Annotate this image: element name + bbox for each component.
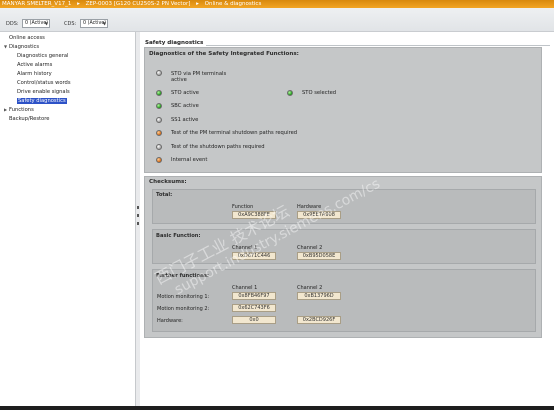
indicator-label-ss1-active: SS1 active: [171, 117, 199, 123]
breadcrumb-separator-icon: ▸: [196, 1, 199, 7]
indicator-label-sto-active: STO active: [171, 90, 199, 96]
checksum-value-total-hardware: 0x9EE7A908: [297, 211, 341, 219]
tree-item-label: Backup/Restore: [9, 116, 50, 122]
chevron-down-icon: ▼: [44, 21, 48, 26]
checksum-further-group: [152, 269, 536, 332]
checksum-basic-group: [152, 229, 536, 264]
status-led-icon: [287, 90, 293, 96]
page-title: Safety diagnostics: [145, 40, 204, 46]
row-label-hardware: Hardware:: [157, 318, 183, 324]
tree-item-label: Online access: [9, 35, 45, 41]
checksum-value-basic-ch1: 0xD671C446: [232, 252, 276, 260]
status-led-icon: [156, 130, 162, 136]
toolbar: DDS: 0 (Active) ▼ CDS: 0 (Active) ▼: [0, 8, 554, 32]
channel2-column-label: Channel 2: [297, 245, 323, 251]
dds-select[interactable]: 0 (Active) ▼: [22, 19, 50, 28]
breadcrumb-project[interactable]: MANYAR SMELTER_V17_1: [2, 1, 71, 7]
breadcrumb-page[interactable]: Online & diagnostics: [205, 1, 262, 7]
tree-item-drive-enable-signals[interactable]: Drive enable signals: [12, 88, 70, 96]
indicator-label-sbc-active: SBC active: [171, 103, 199, 109]
tree-item-label: Control/status words: [17, 80, 71, 86]
indicator-label-internal-event: Internal event: [171, 157, 208, 163]
breadcrumb-separator-icon: ▸: [77, 1, 80, 7]
checksum-total-group: [152, 189, 536, 224]
splitter-grip-icon: [137, 222, 139, 225]
checksum-further-title: Further functions:: [156, 273, 209, 279]
tree-item-label: Safety diagnostics: [17, 98, 67, 104]
tree-item-label: Drive enable signals: [17, 89, 70, 95]
status-led-icon: [156, 103, 162, 109]
function-column-label: Function: [232, 204, 254, 210]
chevron-down-icon: ▼: [102, 21, 106, 26]
indicator-label-sto-selected: STO selected: [302, 90, 337, 96]
status-led-icon: [156, 90, 162, 96]
tree-item-label: Active alarms: [17, 62, 53, 68]
sif-diagnostics-panel: [144, 47, 542, 173]
checksum-value-mm1-ch2: 0xB13796D: [297, 292, 341, 300]
indicator-label-sto-pm-terminals: STO via PM terminals active: [171, 71, 227, 83]
checksum-value-hw-ch2: 0x2BCD926F: [297, 316, 341, 324]
status-bar: [0, 406, 554, 410]
sif-section-title: Diagnostics of the Safety Integrated Fun…: [149, 51, 299, 57]
window-titlebar: MANYAR SMELTER_V17_1 ▸ ZEP-0003 [G120 CU…: [0, 0, 554, 8]
status-led-icon: [156, 117, 162, 123]
tree-item-diagnostics[interactable]: ▼ Diagnostics: [4, 43, 39, 51]
title-divider: [206, 45, 550, 46]
tree-item-online-access[interactable]: Online access: [4, 34, 45, 42]
splitter-grip-icon: [137, 214, 139, 217]
tree-item-backup-restore[interactable]: Backup/Restore: [4, 115, 49, 123]
checksums-title: Checksums:: [149, 179, 187, 185]
checksum-value-total-function: 0xA9C388FE: [232, 211, 276, 219]
checksum-value-mm2-ch1: 0x62C743F6: [232, 304, 276, 312]
tree-item-label: Diagnostics: [9, 44, 40, 50]
tree-item-label: Alarm history: [17, 71, 52, 77]
tree-item-control-status-words[interactable]: Control/status words: [12, 79, 71, 87]
splitter-grip-icon: [137, 206, 139, 209]
channel2-column-label: Channel 2: [297, 285, 323, 291]
status-led-icon: [156, 70, 162, 76]
channel1-column-label: Channel 1: [232, 245, 258, 251]
checksum-basic-title: Basic Function:: [156, 233, 201, 239]
checksum-value-hw-ch1: 0x0: [232, 316, 276, 324]
tree-item-safety-diagnostics[interactable]: Safety diagnostics: [12, 97, 67, 105]
checksum-value-mm1-ch1: 0x8FB46F97: [232, 292, 276, 300]
status-led-icon: [156, 144, 162, 150]
indicator-label-test-shutdown: Test of the shutdown paths required: [171, 144, 265, 150]
checksum-value-basic-ch2: 0xB95D058E: [297, 252, 341, 260]
tree-item-label: Functions: [9, 107, 34, 113]
status-led-icon: [156, 157, 162, 163]
dds-label: DDS:: [6, 21, 19, 27]
checksum-total-title: Total:: [156, 192, 173, 198]
cds-label: CDS:: [64, 21, 77, 27]
tree-item-label: Diagnostics general: [17, 53, 69, 59]
row-label-motion-monitoring-1: Motion monitoring 1:: [157, 294, 210, 300]
tree-item-active-alarms[interactable]: Active alarms: [12, 61, 52, 69]
indicator-label-test-pm-shutdown: Test of the PM terminal shutdown paths r…: [171, 130, 298, 136]
channel1-column-label: Channel 1: [232, 285, 258, 291]
breadcrumb-device[interactable]: ZEP-0003 [G120 CU250S-2 PN Vector]: [86, 1, 191, 7]
tree-item-diagnostics-general[interactable]: Diagnostics general: [12, 52, 68, 60]
row-label-motion-monitoring-2: Motion monitoring 2:: [157, 306, 210, 312]
tree-item-alarm-history[interactable]: Alarm history: [12, 70, 52, 78]
hardware-column-label: Hardware: [297, 204, 322, 210]
cds-select[interactable]: 0 (Active) ▼: [80, 19, 108, 28]
tree-item-functions[interactable]: ▶ Functions: [4, 106, 34, 114]
navigation-tree: Online access ▼ Diagnostics Diagnostics g…: [0, 32, 136, 408]
